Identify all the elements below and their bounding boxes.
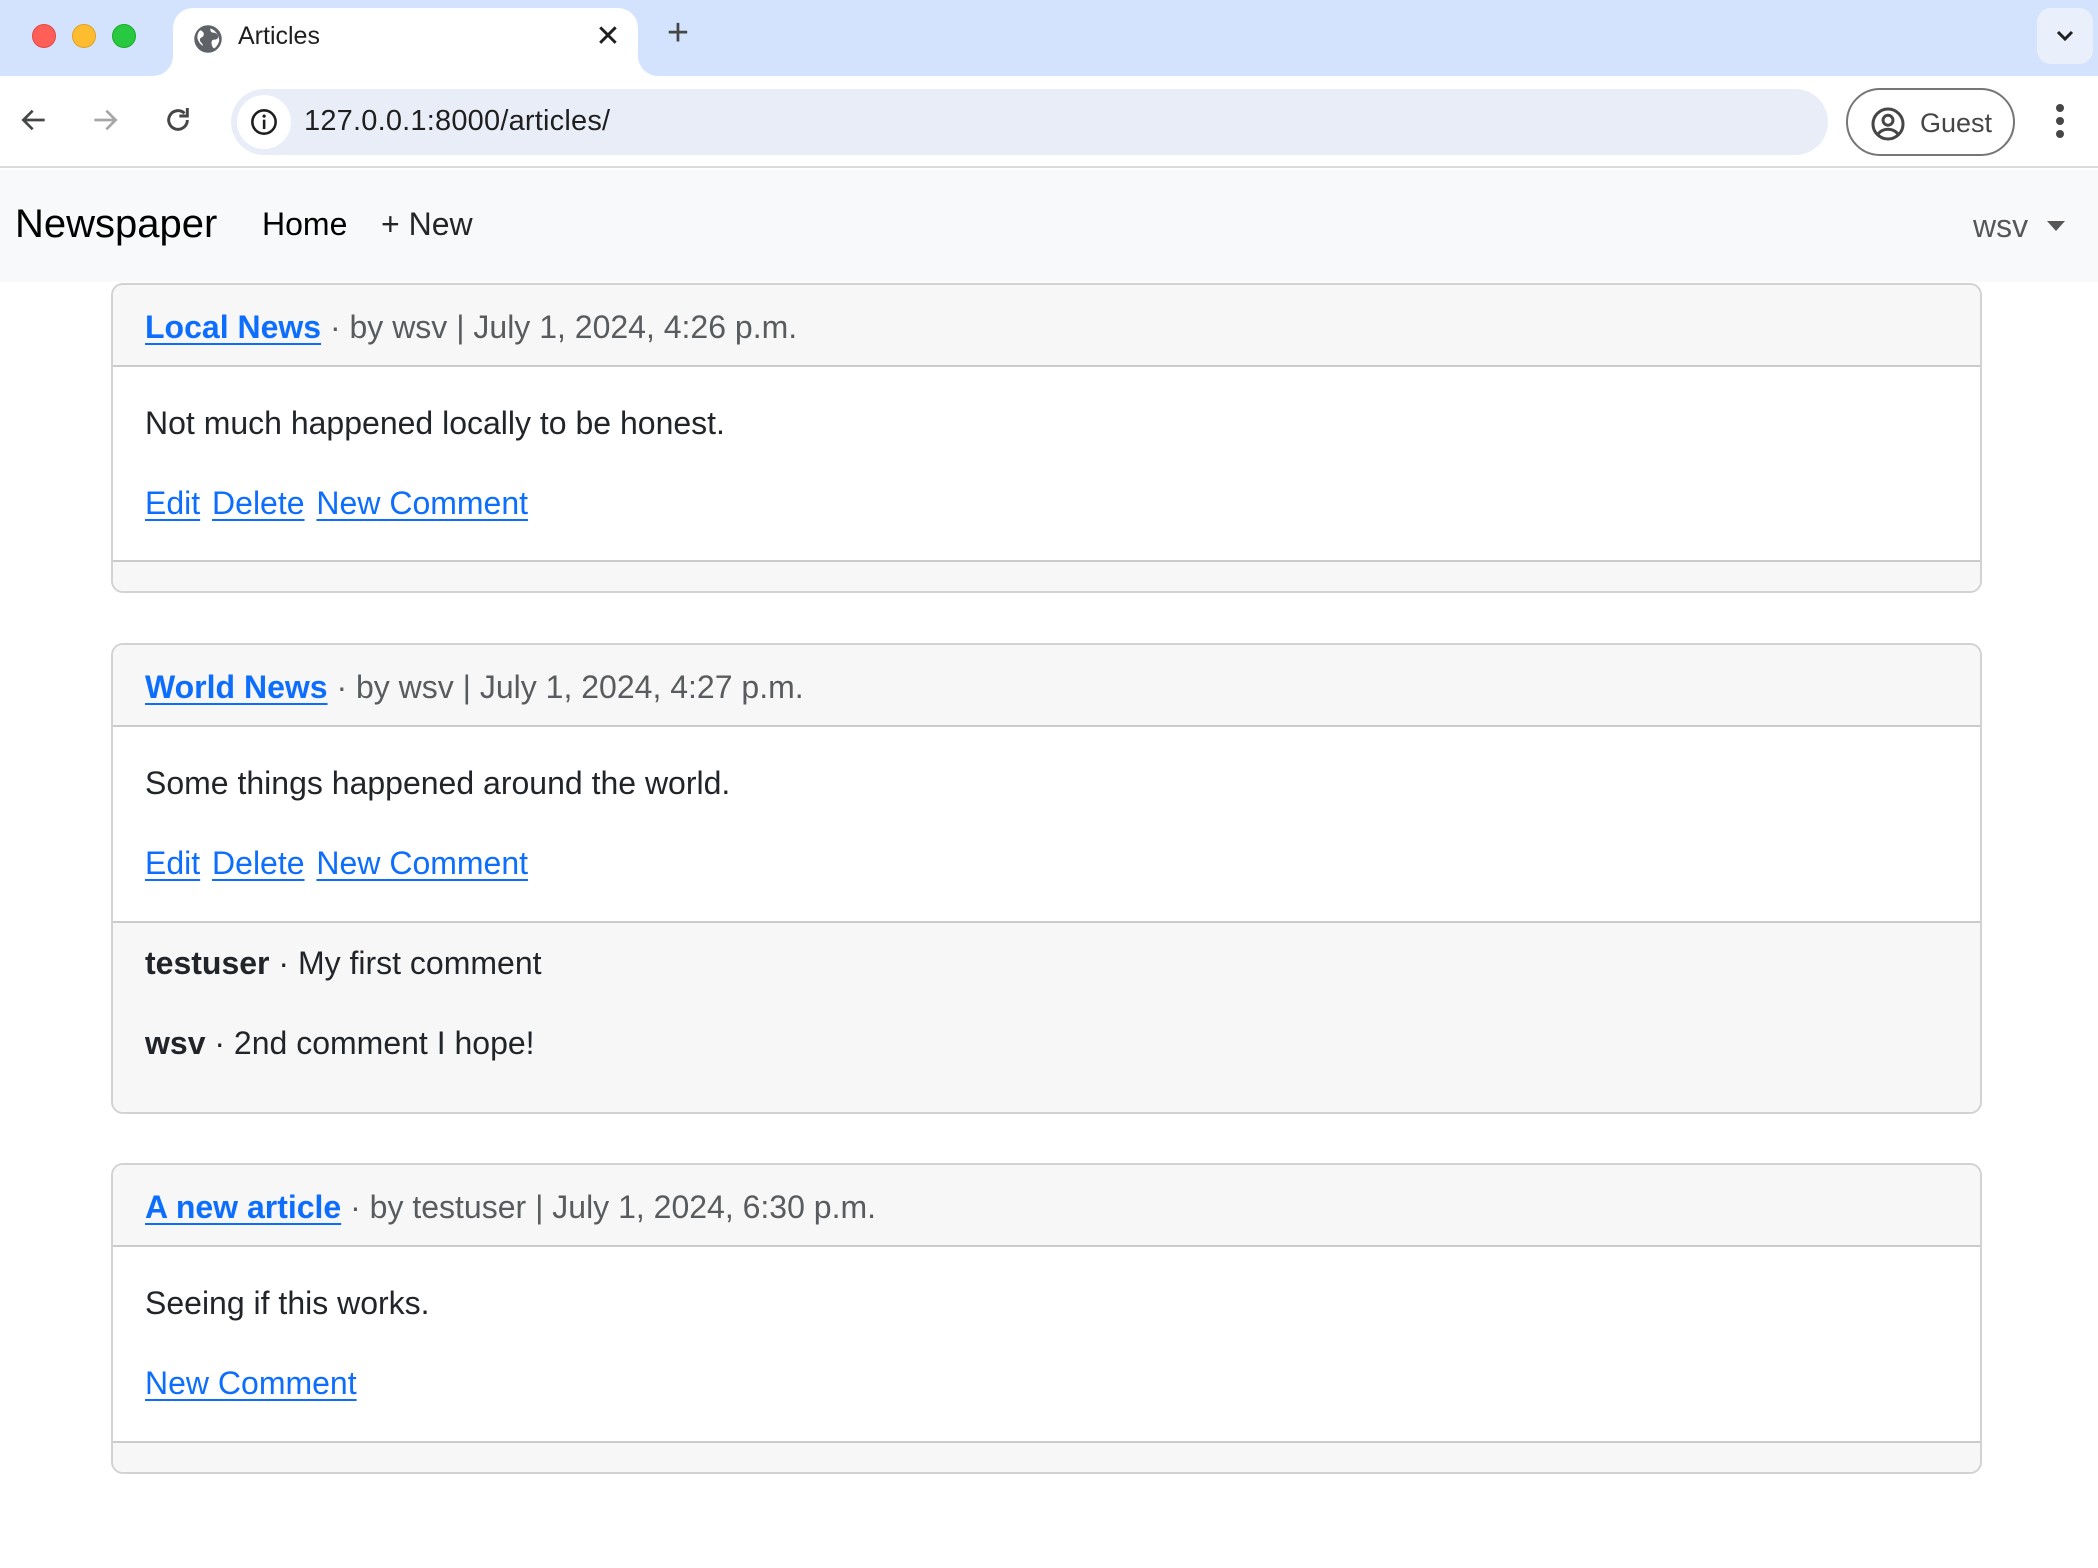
new-comment-link[interactable]: New Comment bbox=[316, 845, 528, 881]
edit-link[interactable]: Edit bbox=[145, 845, 200, 881]
info-icon bbox=[251, 109, 277, 135]
user-dropdown[interactable]: wsv bbox=[1973, 208, 2028, 245]
brand-link[interactable]: Newspaper bbox=[15, 202, 217, 247]
chevron-down-icon bbox=[2056, 30, 2074, 42]
article-text: Not much happened locally to be honest. bbox=[145, 405, 725, 441]
article-card: Local News · by wsv | July 1, 2024, 4:26… bbox=[111, 283, 1982, 593]
comments-footer bbox=[113, 1441, 1980, 1472]
forward-button[interactable] bbox=[81, 96, 129, 144]
article-body: Some things happened around the world. E… bbox=[113, 727, 1980, 921]
comment-text: · 2nd comment I hope! bbox=[205, 1025, 535, 1061]
close-window-button[interactable] bbox=[32, 24, 56, 48]
back-button[interactable] bbox=[10, 96, 58, 144]
close-tab-icon[interactable]: ✕ bbox=[591, 20, 625, 54]
new-comment-link[interactable]: New Comment bbox=[145, 1365, 357, 1401]
article-meta: · by testuser | July 1, 2024, 6:30 p.m. bbox=[341, 1189, 877, 1225]
caret-down-icon[interactable] bbox=[2047, 221, 2065, 231]
delete-link[interactable]: Delete bbox=[212, 485, 305, 521]
article-meta: · by wsv | July 1, 2024, 4:27 p.m. bbox=[327, 669, 804, 705]
comment-item: wsv · 2nd comment I hope! bbox=[145, 1019, 1948, 1067]
article-title-link[interactable]: Local News bbox=[145, 309, 321, 345]
article-actions: New Comment bbox=[145, 1359, 1948, 1407]
article-header: A new article · by testuser | July 1, 20… bbox=[113, 1165, 1980, 1247]
tab-title: Articles bbox=[238, 22, 320, 50]
article-title-link[interactable]: World News bbox=[145, 669, 328, 705]
maximize-window-button[interactable] bbox=[112, 24, 136, 48]
article-body: Seeing if this works. New Comment bbox=[113, 1247, 1980, 1441]
browser-menu-icon[interactable] bbox=[2040, 96, 2080, 146]
article-card: World News · by wsv | July 1, 2024, 4:27… bbox=[111, 643, 1982, 1114]
minimize-window-button[interactable] bbox=[72, 24, 96, 48]
comment-author: wsv bbox=[145, 1025, 206, 1061]
globe-icon bbox=[193, 24, 223, 54]
article-header: Local News · by wsv | July 1, 2024, 4:26… bbox=[113, 285, 1980, 367]
account-circle-icon bbox=[1871, 107, 1905, 141]
site-info-button[interactable] bbox=[237, 95, 291, 149]
new-tab-button[interactable]: + bbox=[660, 14, 696, 52]
nav-home-link[interactable]: Home bbox=[262, 206, 347, 243]
comments-footer bbox=[113, 560, 1980, 591]
article-card: A new article · by testuser | July 1, 20… bbox=[111, 1163, 1982, 1474]
nav-new-article-link[interactable]: + New bbox=[381, 206, 473, 243]
browser-tab-bar: Articles ✕ + bbox=[0, 0, 2098, 76]
article-text: Some things happened around the world. bbox=[145, 765, 731, 801]
profile-label: Guest bbox=[1920, 108, 1993, 138]
tab-search-button[interactable] bbox=[2037, 8, 2093, 64]
arrow-left-icon bbox=[21, 109, 45, 131]
article-actions: Edit Delete New Comment bbox=[145, 479, 1948, 527]
comment-item: testuser · My first comment bbox=[145, 939, 1948, 987]
article-text: Seeing if this works. bbox=[145, 1285, 430, 1321]
reload-button[interactable] bbox=[154, 96, 202, 144]
article-actions: Edit Delete New Comment bbox=[145, 839, 1948, 887]
browser-tab-articles[interactable]: Articles ✕ bbox=[173, 8, 638, 76]
article-header: World News · by wsv | July 1, 2024, 4:27… bbox=[113, 645, 1980, 727]
comment-text: · My first comment bbox=[269, 945, 542, 981]
comments-footer: testuser · My first comment wsv · 2nd co… bbox=[113, 921, 1980, 1112]
browser-toolbar: 127.0.0.1:8000/articles/ Guest bbox=[0, 76, 2098, 168]
comment-author: testuser bbox=[145, 945, 270, 981]
reload-icon bbox=[167, 108, 189, 131]
address-bar[interactable]: 127.0.0.1:8000/articles/ bbox=[231, 89, 1828, 155]
url-text[interactable]: 127.0.0.1:8000/articles/ bbox=[304, 105, 610, 138]
new-comment-link[interactable]: New Comment bbox=[316, 485, 528, 521]
article-title-link[interactable]: A new article bbox=[145, 1189, 341, 1225]
arrow-right-icon bbox=[94, 109, 118, 131]
edit-link[interactable]: Edit bbox=[145, 485, 200, 521]
delete-link[interactable]: Delete bbox=[212, 845, 305, 881]
article-body: Not much happened locally to be honest. … bbox=[113, 367, 1980, 560]
site-navbar: Newspaper Home + New wsv bbox=[0, 170, 2098, 282]
profile-button[interactable]: Guest bbox=[1846, 88, 2015, 156]
article-meta: · by wsv | July 1, 2024, 4:26 p.m. bbox=[321, 309, 798, 345]
